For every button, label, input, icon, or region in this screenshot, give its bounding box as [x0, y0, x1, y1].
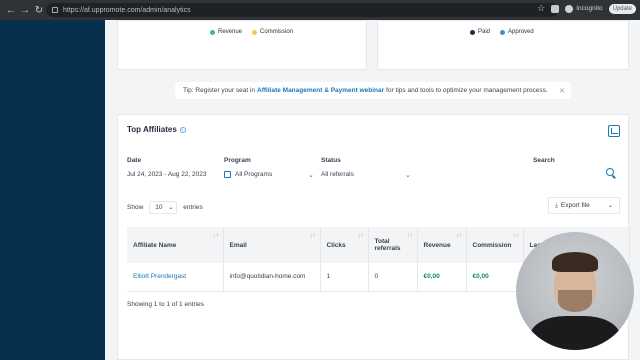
legend-swatch — [252, 29, 258, 35]
legend-label: Approved — [508, 29, 534, 35]
status-label: Status — [321, 157, 341, 164]
date-label: Date — [127, 157, 142, 164]
sort-icon[interactable]: ↓↑ — [213, 233, 219, 239]
payment-chart-card: Paid Approved — [377, 20, 629, 70]
legend-swatch — [500, 29, 506, 35]
extension-icon[interactable] — [551, 4, 560, 13]
date-range-value: Jul 24, 2023 - Aug 22, 2023 — [127, 171, 207, 178]
webinar-link[interactable]: Affiliate Management & Payment webinar — [257, 87, 384, 94]
calendar-icon — [224, 171, 231, 178]
column-label: Revenue — [423, 241, 451, 249]
legend-label: Commission — [260, 29, 294, 35]
forward-icon[interactable]: → — [18, 5, 32, 16]
legend-item-commission: Commission — [252, 29, 293, 35]
program-label: Program — [224, 157, 251, 164]
lock-icon — [52, 7, 58, 13]
column-revenue[interactable]: Revenue ↓↑ — [417, 227, 467, 263]
sort-icon[interactable]: ↓↑ — [407, 233, 413, 239]
presenter-hair — [552, 252, 598, 272]
download-icon: ⤓ — [555, 201, 558, 209]
chevron-down-icon: ⌄ — [308, 171, 314, 179]
entries-select[interactable]: 10 ⌄ — [149, 201, 178, 214]
update-button[interactable]: Update — [608, 3, 636, 14]
chevron-down-icon: ⌄ — [607, 203, 613, 209]
revenue-cell: €0,00 — [417, 263, 467, 292]
column-label: Clicks — [326, 241, 346, 249]
pagination-info: Showing 1 to 1 of 1 entries — [127, 301, 204, 308]
commission-cell: €0,00 — [466, 263, 524, 292]
revenue-chart-card: Revenue Commission — [117, 20, 367, 70]
presenter-body — [530, 316, 620, 350]
column-label: Total referrals — [374, 238, 401, 252]
search-icon[interactable] — [606, 168, 614, 176]
chevron-down-icon: ⌄ — [168, 205, 174, 211]
incognito-indicator[interactable]: Incognito — [565, 4, 603, 13]
search-label: Search — [533, 157, 555, 164]
column-email[interactable]: Email ↓↑ — [223, 227, 321, 263]
legend-label: Paid — [478, 29, 491, 35]
close-icon[interactable]: ✕ — [559, 87, 565, 95]
panel-title: Top Affiliates i — [127, 125, 186, 134]
column-clicks[interactable]: Clicks ↓↑ — [320, 227, 369, 263]
entries-control: Show 10 ⌄ entries — [127, 201, 203, 214]
browser-toolbar: ← → ↻ https://af.uppromote.com/admin/ana… — [0, 0, 640, 20]
column-affiliate-name[interactable]: Affiliate Name ↓↑ — [127, 227, 224, 263]
sort-icon[interactable]: ↓↑ — [513, 233, 519, 239]
url-text: https://af.uppromote.com/admin/analytics — [63, 6, 191, 14]
sort-icon[interactable]: ↓↑ — [358, 233, 364, 239]
presenter-beard — [558, 290, 592, 312]
panel-title-text: Top Affiliates — [127, 125, 177, 134]
export-label: Export file — [560, 202, 590, 209]
email-cell: info@quotidian-home.com — [223, 263, 321, 292]
tip-banner: Tip: Register your seat in Affiliate Man… — [175, 82, 571, 99]
program-value: All Programs — [235, 171, 273, 178]
chart-legend: Paid Approved — [470, 29, 534, 35]
bookmark-star-icon[interactable]: ☆ — [537, 3, 545, 14]
tip-prefix: Tip: Register your seat in — [183, 87, 256, 94]
export-file-button[interactable]: ⤓ Export file ⌄ — [548, 197, 620, 214]
chart-legend: Revenue Commission — [210, 29, 293, 35]
date-range-picker[interactable]: Jul 24, 2023 - Aug 22, 2023 — [127, 171, 207, 178]
legend-swatch — [470, 29, 475, 35]
status-select[interactable]: All referrals ⌄ — [321, 171, 413, 179]
column-total-referrals[interactable]: Total referrals ↓↑ — [368, 227, 418, 263]
tip-suffix: for tips and tools to optimize your mana… — [386, 87, 548, 94]
sort-icon[interactable]: ↓↑ — [456, 233, 462, 239]
legend-item-revenue: Revenue — [210, 29, 242, 35]
sort-icon[interactable]: ↓↑ — [310, 233, 316, 239]
reload-icon[interactable]: ↻ — [32, 5, 46, 16]
show-label: Show — [127, 204, 144, 211]
info-icon[interactable]: i — [179, 126, 186, 133]
legend-item-paid: Paid — [470, 29, 490, 35]
chevron-down-icon: ⌄ — [405, 171, 411, 179]
address-bar[interactable]: https://af.uppromote.com/admin/analytics — [46, 3, 558, 17]
column-label: Affiliate Name — [133, 241, 177, 249]
entries-label: entries — [183, 204, 203, 211]
status-value: All referrals — [321, 171, 354, 178]
back-icon[interactable]: ← — [4, 5, 18, 16]
entries-value: 10 — [155, 204, 163, 211]
column-label: Email — [229, 241, 247, 249]
edit-icon[interactable] — [608, 125, 620, 137]
clicks-cell: 1 — [320, 263, 369, 292]
program-select[interactable]: All Programs ⌄ — [224, 171, 314, 179]
legend-label: Revenue — [218, 29, 243, 35]
legend-item-approved: Approved — [500, 29, 534, 35]
incognito-icon — [565, 4, 574, 13]
webcam-overlay — [516, 232, 634, 350]
legend-swatch — [210, 29, 215, 35]
column-commission[interactable]: Commission ↓↑ — [466, 227, 524, 263]
sidebar — [0, 20, 105, 360]
affiliate-name-link[interactable]: Elliott Prendergast — [127, 263, 224, 292]
referrals-cell: 0 — [368, 263, 418, 292]
incognito-label: Incognito — [576, 5, 603, 12]
column-label: Commission — [472, 241, 512, 249]
